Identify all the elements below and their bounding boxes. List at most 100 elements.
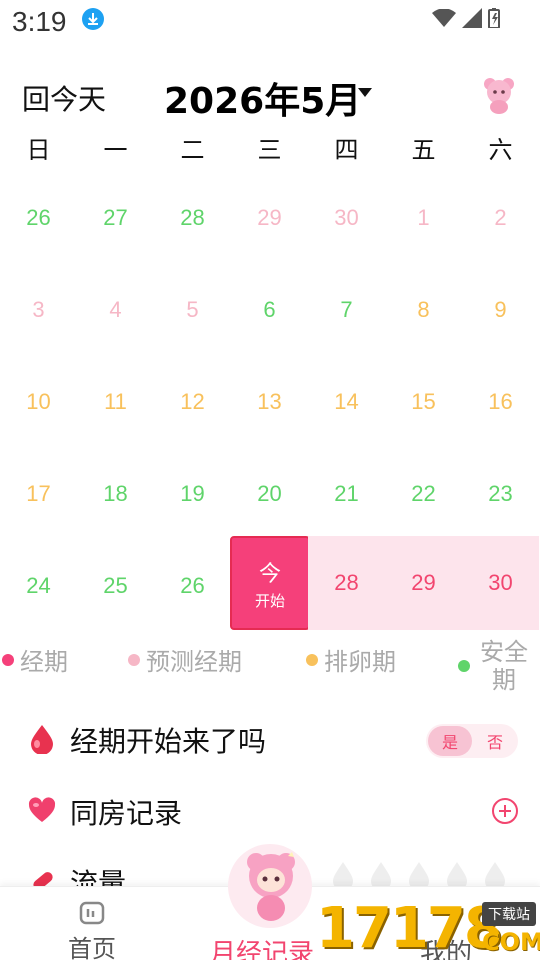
yes-option[interactable]: 是 bbox=[428, 726, 472, 756]
day-number: 4 bbox=[109, 297, 122, 322]
month-selector[interactable]: 2026年5月 bbox=[164, 72, 361, 124]
status-time: 3:19 bbox=[12, 6, 67, 37]
day-number: 16 bbox=[488, 389, 513, 414]
avatar-icon[interactable] bbox=[480, 74, 518, 114]
battery-icon bbox=[488, 8, 500, 28]
calendar-day[interactable]: 20 bbox=[231, 448, 308, 540]
calendar-day[interactable]: 18 bbox=[77, 448, 154, 540]
calendar-day[interactable]: 13 bbox=[231, 356, 308, 448]
status-icons bbox=[432, 8, 500, 28]
calendar-day[interactable]: 4 bbox=[77, 264, 154, 356]
weekday-header: 日 一 二 三 四 五 六 bbox=[0, 130, 540, 170]
day-number: 14 bbox=[334, 389, 359, 414]
day-number: 3 bbox=[32, 297, 45, 322]
calendar-day[interactable]: 28 bbox=[308, 536, 385, 630]
legend-item: 经期 bbox=[2, 642, 68, 677]
calendar-day[interactable]: 10 bbox=[0, 356, 77, 448]
calendar-day[interactable]: 1 bbox=[385, 172, 462, 264]
calendar-day[interactable]: 15 bbox=[385, 356, 462, 448]
calendar-day[interactable]: 26 bbox=[0, 172, 77, 264]
calendar-day[interactable]: 22 bbox=[385, 448, 462, 540]
calendar-day[interactable]: 19 bbox=[154, 448, 231, 540]
weekday-label: 一 bbox=[103, 136, 128, 164]
weekday-label: 四 bbox=[334, 136, 359, 164]
day-sublabel: 开始 bbox=[254, 591, 285, 610]
calendar-day[interactable]: 30 bbox=[308, 172, 385, 264]
calendar-day[interactable]: 30 bbox=[462, 536, 539, 630]
day-number: 29 bbox=[257, 205, 282, 230]
caret-down-icon[interactable] bbox=[358, 88, 372, 97]
day-number: 13 bbox=[257, 389, 282, 414]
today-cell[interactable]: 今开始 bbox=[230, 536, 310, 630]
calendar-day[interactable]: 3 bbox=[0, 264, 77, 356]
calendar-day[interactable]: 26 bbox=[154, 540, 231, 632]
day-number: 24 bbox=[26, 573, 51, 598]
calendar-day[interactable]: 2 bbox=[462, 172, 539, 264]
calendar-day[interactable]: 28 bbox=[154, 172, 231, 264]
calendar-day[interactable]: 11 bbox=[77, 356, 154, 448]
nav-period-record[interactable]: 月经记录 bbox=[210, 933, 314, 960]
legend-dot bbox=[128, 653, 140, 666]
day-number: 30 bbox=[488, 570, 513, 595]
calendar-day[interactable]: 29 bbox=[385, 536, 462, 630]
calendar-header: 回今天 2026年5月 bbox=[0, 70, 540, 126]
legend-label: 预测经期 bbox=[146, 648, 242, 676]
calendar-day[interactable]: 23 bbox=[462, 448, 539, 540]
calendar-day[interactable]: 27 bbox=[77, 172, 154, 264]
heart-icon bbox=[28, 797, 56, 822]
day-number: 2 bbox=[494, 205, 507, 230]
weekday-label: 日 bbox=[26, 136, 51, 164]
day-number: 18 bbox=[103, 481, 128, 506]
mascot-icon[interactable] bbox=[236, 846, 306, 926]
calendar-day[interactable]: 29 bbox=[231, 172, 308, 264]
calendar-day[interactable]: 5 bbox=[154, 264, 231, 356]
nav-home[interactable]: 首页 bbox=[52, 897, 132, 960]
status-bar: 3:19 bbox=[0, 0, 540, 44]
period-start-row: 经期开始来了吗 是 否 bbox=[0, 710, 540, 770]
legend-label: 安全期 bbox=[480, 638, 528, 694]
calendar-day[interactable]: 9 bbox=[462, 264, 539, 356]
calendar-day[interactable]: 16 bbox=[462, 356, 539, 448]
day-number: 28 bbox=[180, 205, 205, 230]
calendar-day[interactable]: 6 bbox=[231, 264, 308, 356]
period-start-label: 经期开始来了吗 bbox=[70, 725, 267, 758]
no-option[interactable]: 否 bbox=[474, 726, 516, 756]
calendar-day[interactable]: 17 bbox=[0, 448, 77, 540]
period-start-toggle[interactable]: 是 否 bbox=[426, 724, 518, 758]
day-number: 15 bbox=[411, 389, 436, 414]
nav-home-label: 首页 bbox=[68, 935, 116, 960]
legend-label: 经期 bbox=[20, 648, 68, 676]
day-number: 25 bbox=[103, 573, 128, 598]
calendar-day[interactable]: 14 bbox=[308, 356, 385, 448]
day-number: 5 bbox=[186, 297, 199, 322]
watermark-logo: 17178 下载站 COM bbox=[316, 898, 540, 960]
day-number: 9 bbox=[494, 297, 507, 322]
calendar-day[interactable]: 21 bbox=[308, 448, 385, 540]
watermark-number: 17178 bbox=[316, 896, 503, 960]
day-number: 29 bbox=[411, 570, 436, 595]
day-number: 今 bbox=[258, 561, 281, 587]
calendar-day[interactable]: 24 bbox=[0, 540, 77, 632]
intimacy-label: 同房记录 bbox=[70, 797, 183, 830]
add-intimacy-button[interactable] bbox=[492, 798, 518, 824]
home-icon bbox=[79, 901, 105, 925]
day-number: 7 bbox=[340, 297, 353, 322]
calendar-day[interactable]: 8 bbox=[385, 264, 462, 356]
day-number: 21 bbox=[334, 481, 359, 506]
download-icon bbox=[82, 8, 104, 30]
legend-item: 预测经期 bbox=[128, 642, 242, 677]
day-number: 28 bbox=[334, 570, 359, 595]
calendar-day[interactable]: 7 bbox=[308, 264, 385, 356]
calendar-day[interactable]: 25 bbox=[77, 540, 154, 632]
blood-drop-icon bbox=[31, 725, 53, 754]
legend-dot bbox=[306, 653, 318, 666]
calendar-day[interactable]: 12 bbox=[154, 356, 231, 448]
day-number: 17 bbox=[26, 481, 51, 506]
weekday-label: 三 bbox=[257, 136, 282, 164]
day-number: 8 bbox=[417, 297, 430, 322]
day-number: 23 bbox=[488, 481, 513, 506]
weekday-label: 六 bbox=[488, 136, 513, 164]
day-number: 11 bbox=[104, 389, 127, 414]
back-to-today-button[interactable]: 回今天 bbox=[22, 78, 106, 118]
day-number: 12 bbox=[180, 389, 205, 414]
